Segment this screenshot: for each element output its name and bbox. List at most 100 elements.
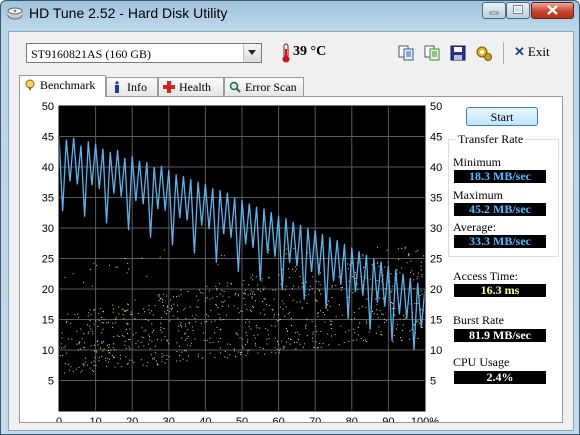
access-time-point (274, 314, 276, 316)
access-time-point (403, 315, 405, 317)
dropdown-arrow[interactable] (243, 44, 261, 62)
access-time-point (164, 362, 166, 364)
save-icon[interactable] (449, 44, 467, 62)
tab-error-scan[interactable]: Error Scan (224, 77, 304, 96)
access-time-point (115, 266, 117, 268)
access-time-point (417, 276, 419, 278)
y-tick-label-right: 20 (430, 284, 442, 296)
access-time-point (327, 333, 329, 335)
access-time-point (384, 322, 386, 324)
access-time-point (413, 273, 415, 275)
access-time-point (134, 318, 136, 320)
access-time-point (245, 354, 247, 356)
access-time-point (398, 258, 400, 260)
benchmark-chart: 504540353025201510550454035302520151050 1… (42, 101, 443, 422)
access-time-point (166, 309, 168, 311)
access-time-point (88, 312, 90, 314)
access-time-point (112, 326, 114, 328)
maximize-button[interactable] (506, 2, 530, 19)
copy-icon[interactable] (397, 44, 415, 62)
options-icon[interactable] (475, 44, 493, 62)
tab-health[interactable]: Health (158, 77, 224, 96)
access-time-point (101, 341, 103, 343)
access-time-point (376, 309, 378, 311)
x-tick-label: 100% (411, 416, 439, 422)
access-time-point (198, 289, 200, 291)
copy-all-icon[interactable] (423, 44, 441, 62)
access-time-point (363, 266, 365, 268)
access-time-point (384, 288, 386, 290)
access-time-point (125, 310, 127, 312)
tab-info[interactable]: Info (106, 77, 158, 96)
access-time-point (187, 291, 189, 293)
close-button[interactable] (531, 2, 574, 19)
access-time-point (420, 269, 422, 271)
access-time-point (335, 316, 337, 318)
tab-label: Error Scan (245, 80, 297, 94)
access-time-point (93, 370, 95, 372)
exit-button[interactable]: ✕ Exit (514, 44, 550, 60)
access-time-point (94, 350, 96, 352)
access-time-point (149, 312, 151, 314)
access-time-point (265, 327, 267, 329)
minimize-button[interactable] (482, 2, 506, 19)
access-time-point (161, 353, 163, 355)
access-time-point (252, 279, 254, 281)
access-time-point (391, 308, 393, 309)
minimum-label: Minimum (453, 155, 502, 169)
start-button[interactable]: Start (466, 107, 538, 126)
access-time-point (247, 339, 249, 341)
access-time-point (67, 313, 69, 315)
access-time-point (373, 313, 375, 315)
access-time-point (289, 311, 291, 313)
transfer-rate-title: Transfer Rate (456, 132, 526, 147)
access-time-point (154, 352, 156, 354)
drive-select[interactable]: ST9160821AS (160 GB) (26, 43, 262, 63)
access-time-point (183, 333, 185, 335)
access-time-point (195, 295, 197, 297)
access-time-point (369, 279, 371, 281)
title-bar[interactable]: HD Tune 2.52 - Hard Disk Utility (1, 1, 579, 27)
access-time-point (330, 323, 332, 325)
access-time-point (222, 301, 224, 303)
access-time-point (408, 255, 410, 257)
access-time-point (318, 290, 320, 292)
access-time-point (343, 342, 345, 344)
access-time-point (354, 332, 356, 334)
access-time-point (97, 326, 99, 328)
access-time-point (192, 329, 194, 331)
access-time-point (329, 305, 331, 307)
access-time-point (248, 349, 250, 351)
access-time-point (390, 273, 392, 275)
y-tick-label-right: 40 (430, 162, 442, 174)
access-time-point (82, 363, 84, 365)
access-time-point (364, 339, 366, 341)
benchmark-panel: 50 45 40 35 30 25 20 15 10 5 50 45 40 35 30 25 20 15 10 5 0 1… (19, 96, 563, 423)
access-time-point (188, 321, 190, 323)
access-time-point (187, 335, 189, 337)
tab-benchmark[interactable]: Benchmark (19, 75, 106, 97)
access-time-point (132, 334, 134, 336)
access-time-point (391, 290, 393, 292)
access-time-point (255, 342, 257, 344)
access-time-point (167, 305, 169, 307)
access-time-point (413, 288, 415, 290)
access-time-point (402, 324, 404, 326)
access-time-point (134, 299, 136, 301)
access-time-point (121, 308, 123, 310)
access-time-point (313, 346, 315, 348)
access-time-point (209, 337, 211, 339)
access-time-point (250, 277, 252, 279)
access-time-point (102, 310, 104, 312)
y-axis-label-left: MB/sec (61, 106, 94, 117)
access-time-point (148, 305, 150, 307)
access-time-point (137, 313, 139, 315)
access-time-point (90, 314, 92, 316)
access-time-point (286, 330, 288, 332)
access-time-point (64, 277, 66, 279)
access-time-point (197, 306, 199, 308)
access-time-point (152, 330, 154, 332)
access-time-point (357, 288, 359, 290)
access-time-point (183, 309, 185, 311)
access-time-point (348, 330, 350, 332)
